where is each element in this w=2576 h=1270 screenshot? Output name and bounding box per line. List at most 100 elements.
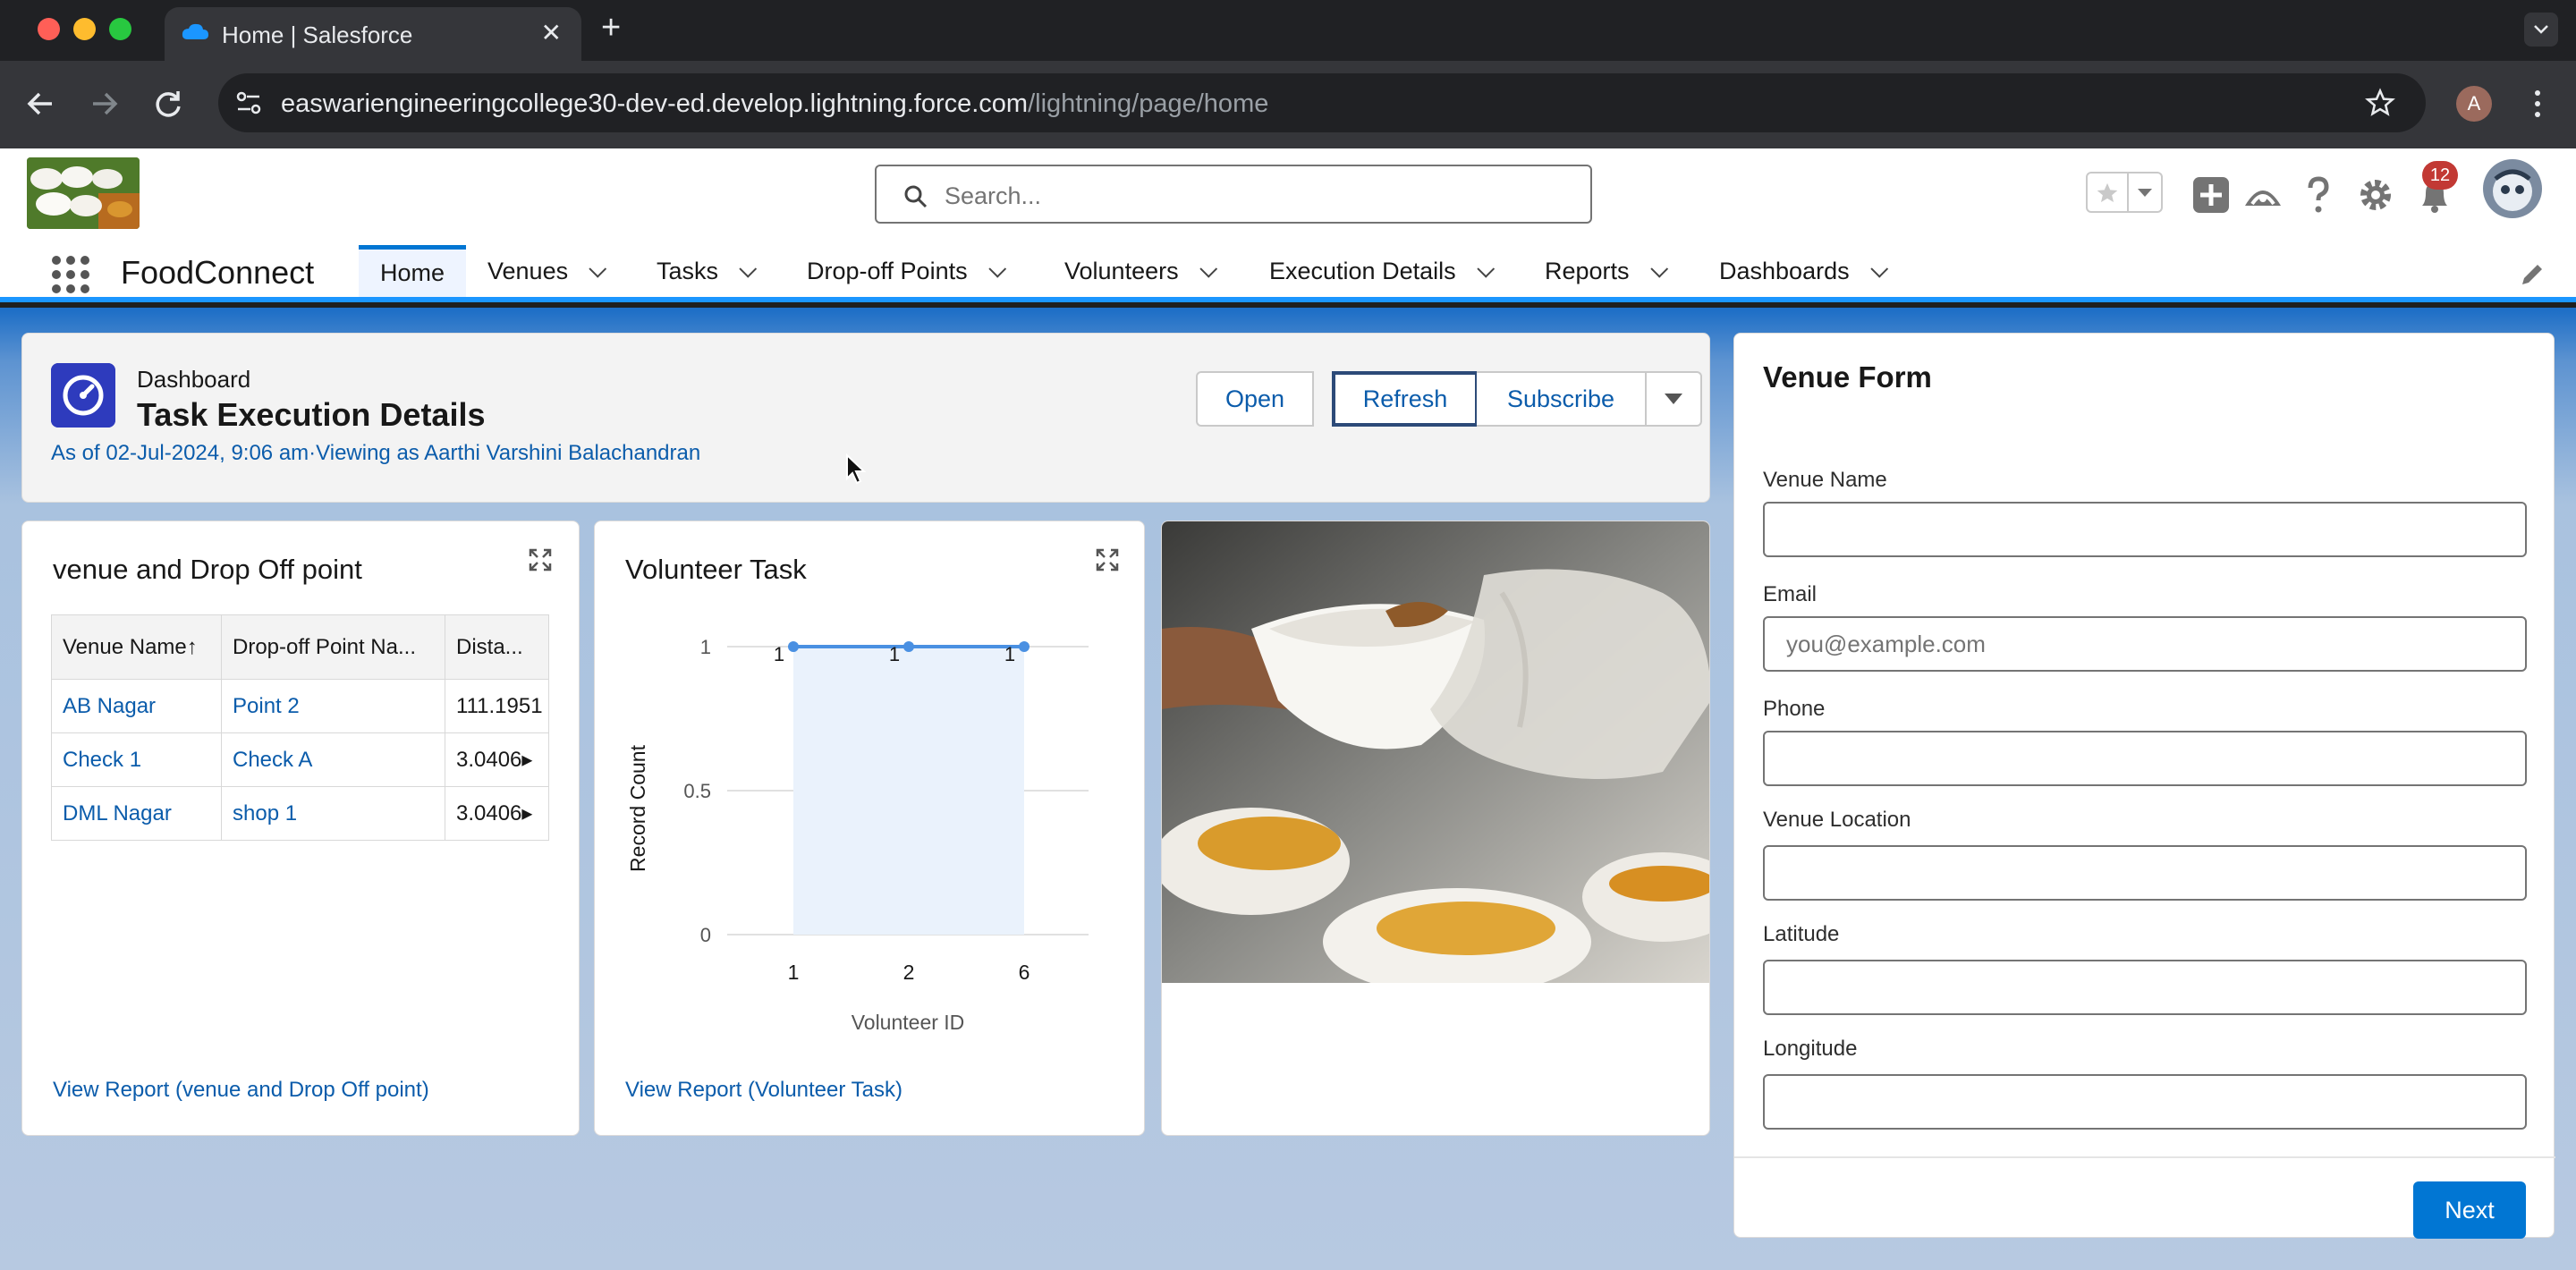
venue-form-card: Venue Form Venue Name Email Phone Venue … xyxy=(1733,333,2555,1239)
url-host: easwariengineeringcollege30-dev-ed.devel… xyxy=(281,89,1029,118)
data-point xyxy=(903,641,914,652)
venue-name-field[interactable] xyxy=(1763,502,2527,557)
drop-off-point-link[interactable]: Check A xyxy=(221,732,445,787)
dashboard-last-refreshed: As of 02-Jul-2024, 9:06 am·Viewing as Aa… xyxy=(51,441,701,465)
global-header: Search... 12 xyxy=(0,148,2576,245)
bookmark-star-icon[interactable] xyxy=(2365,88,2395,118)
distance-cell: 3.0406▸ xyxy=(445,786,549,841)
column-header[interactable]: Venue Name↑ xyxy=(51,614,222,680)
page-content: Dashboard Task Execution Details As of 0… xyxy=(0,308,2576,1270)
chevron-down-icon[interactable] xyxy=(1869,259,1888,278)
open-button[interactable]: Open xyxy=(1196,371,1314,427)
dashboard-label: Dashboard xyxy=(137,366,251,393)
minimize-window-button[interactable] xyxy=(73,18,96,40)
dashboard-title: Task Execution Details xyxy=(137,396,486,433)
nav-tab-label: Volunteers xyxy=(1064,258,1179,284)
browser-toolbar: easwariengineeringcollege30-dev-ed.devel… xyxy=(0,61,2576,148)
new-tab-icon[interactable]: + xyxy=(601,9,621,47)
setup-gear-icon[interactable] xyxy=(2352,172,2399,218)
chevron-down-icon[interactable] xyxy=(1649,259,1668,278)
y-tick-label: 0 xyxy=(700,924,711,946)
column-header[interactable]: Drop-off Point Na... xyxy=(221,614,445,680)
search-icon xyxy=(904,185,928,208)
drop-off-point-link[interactable]: shop 1 xyxy=(221,786,445,841)
expand-icon[interactable] xyxy=(1096,548,1119,572)
nav-tab-label: Tasks xyxy=(657,258,719,284)
nav-tab-tasks[interactable]: Tasks xyxy=(657,245,758,297)
latitude-field[interactable] xyxy=(1763,960,2527,1015)
nav-tab-label: Dashboards xyxy=(1719,258,1850,284)
data-label: 1 xyxy=(1004,643,1015,665)
drop-off-point-link[interactable]: Point 2 xyxy=(221,679,445,733)
y-tick-label: 0.5 xyxy=(683,780,711,802)
widget-image xyxy=(1161,521,1710,1136)
x-tick-label: 6 xyxy=(1019,961,1030,984)
trailhead-guidance-icon[interactable] xyxy=(2240,172,2286,218)
more-actions-button[interactable] xyxy=(1645,371,1702,427)
chevron-down-icon xyxy=(2534,25,2548,34)
next-button[interactable]: Next xyxy=(2413,1181,2526,1239)
venue-location-field[interactable] xyxy=(1763,845,2527,901)
nav-tab-volunteers[interactable]: Volunteers xyxy=(1064,245,1217,297)
column-header[interactable]: Dista... xyxy=(445,614,549,680)
longitude-label: Longitude xyxy=(1763,1037,1858,1061)
phone-field[interactable] xyxy=(1763,731,2527,786)
browser-menu-icon[interactable] xyxy=(2528,84,2547,123)
venue-name-link[interactable]: DML Nagar xyxy=(51,786,222,841)
reload-icon[interactable] xyxy=(147,82,190,125)
nav-tab-execution-details[interactable]: Execution Details xyxy=(1269,245,1495,297)
view-report-link[interactable]: View Report (Volunteer Task) xyxy=(625,1078,902,1103)
browser-tab[interactable]: Home | Salesforce ✕ xyxy=(165,7,581,61)
volunteer-task-chart: 0 0.5 1 1 1 1 2 1 6 Volunteer ID Record Count xyxy=(626,636,1089,1034)
nav-tab-reports[interactable]: Reports xyxy=(1545,245,1668,297)
global-search-input[interactable]: Search... xyxy=(875,165,1592,224)
chevron-down-icon[interactable] xyxy=(589,259,607,278)
x-tick-label: 2 xyxy=(903,961,915,984)
favorites-star-icon xyxy=(2097,182,2118,203)
longitude-field[interactable] xyxy=(1763,1074,2527,1130)
global-actions-icon[interactable] xyxy=(2188,172,2234,218)
help-icon[interactable] xyxy=(2295,172,2342,218)
venue-name-link[interactable]: AB Nagar xyxy=(51,679,222,733)
table-row: Check 1 Check A 3.0406▸ xyxy=(51,732,549,787)
site-info-icon[interactable] xyxy=(234,89,263,116)
tab-search-button[interactable] xyxy=(2524,13,2558,47)
tab-title: Home | Salesforce xyxy=(222,21,413,48)
app-navigation-bar: FoodConnect Home Venues Tasks Drop-off P… xyxy=(0,245,2576,302)
address-bar[interactable]: easwariengineeringcollege30-dev-ed.devel… xyxy=(218,73,2426,132)
nav-tab-dashboards[interactable]: Dashboards xyxy=(1719,245,1888,297)
user-avatar[interactable] xyxy=(2481,157,2544,220)
favorites-dropdown-icon[interactable] xyxy=(2134,186,2156,200)
org-logo[interactable] xyxy=(27,157,140,229)
venue-name-link[interactable]: Check 1 xyxy=(51,732,222,787)
x-axis-title: Volunteer ID xyxy=(852,1011,965,1034)
chevron-down-icon[interactable] xyxy=(739,259,758,278)
url-text: easwariengineeringcollege30-dev-ed.devel… xyxy=(281,89,1268,119)
chevron-down-icon[interactable] xyxy=(987,259,1006,278)
email-label: Email xyxy=(1763,582,1818,606)
favorites-button[interactable] xyxy=(2086,172,2163,213)
email-field[interactable] xyxy=(1763,616,2527,672)
venue-location-label: Venue Location xyxy=(1763,808,1911,832)
close-window-button[interactable] xyxy=(38,18,60,40)
forward-arrow-icon[interactable] xyxy=(82,82,125,125)
profile-avatar[interactable]: A xyxy=(2456,86,2492,122)
widget-title: venue and Drop Off point xyxy=(53,554,362,585)
nav-tab-venues[interactable]: Venues xyxy=(487,245,607,297)
distance-cell: 111.1951 xyxy=(445,679,549,733)
back-arrow-icon[interactable] xyxy=(20,82,63,125)
maximize-window-button[interactable] xyxy=(109,18,131,40)
expand-icon[interactable] xyxy=(529,548,552,572)
chevron-down-icon[interactable] xyxy=(1199,259,1217,278)
nav-tab-drop-off-points[interactable]: Drop-off Points xyxy=(807,245,1006,297)
data-label: 1 xyxy=(774,643,784,665)
refresh-button[interactable]: Refresh xyxy=(1332,371,1479,427)
nav-tab-home[interactable]: Home xyxy=(359,245,467,297)
chevron-down-icon[interactable] xyxy=(1476,259,1495,278)
app-launcher-icon[interactable] xyxy=(50,254,91,295)
food-serving-image xyxy=(1162,521,1709,983)
view-report-link[interactable]: View Report (venue and Drop Off point) xyxy=(53,1078,429,1103)
subscribe-button[interactable]: Subscribe xyxy=(1477,371,1647,427)
edit-nav-pencil-icon[interactable] xyxy=(2519,261,2546,288)
tab-close-icon[interactable]: ✕ xyxy=(541,18,562,47)
